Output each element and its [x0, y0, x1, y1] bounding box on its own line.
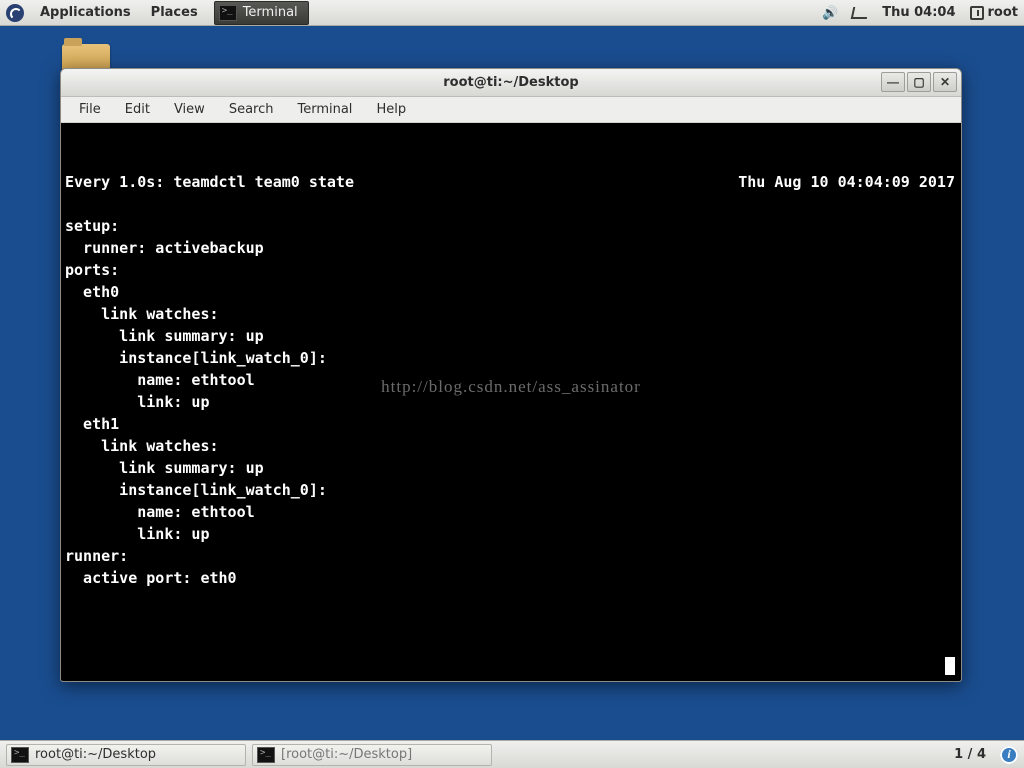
watch-header: Every 1.0s: teamdctl team0 state Thu Aug …	[65, 171, 955, 193]
terminal-menubar: File Edit View Search Terminal Help	[61, 97, 961, 123]
network-icon[interactable]	[851, 7, 870, 19]
window-close-button[interactable]: ✕	[933, 72, 957, 92]
top-panel-left: Applications Places Terminal	[4, 0, 309, 26]
taskbar-active-label: Terminal	[243, 5, 298, 20]
taskbar-entry-2[interactable]: [root@ti:~/Desktop]	[252, 744, 492, 766]
terminal-viewport[interactable]: Every 1.0s: teamdctl team0 state Thu Aug …	[61, 123, 961, 681]
terminal-window: root@ti:~/Desktop — ▢ ✕ File Edit View S…	[60, 68, 962, 682]
menu-search[interactable]: Search	[219, 97, 284, 123]
distro-logo-icon[interactable]	[6, 4, 24, 22]
power-icon	[970, 6, 984, 20]
menu-help[interactable]: Help	[366, 97, 416, 123]
menu-edit[interactable]: Edit	[115, 97, 160, 123]
menu-applications[interactable]: Applications	[30, 0, 141, 26]
volume-icon[interactable]	[822, 6, 838, 20]
menu-file[interactable]: File	[69, 97, 111, 123]
window-titlebar[interactable]: root@ti:~/Desktop — ▢ ✕	[61, 69, 961, 97]
taskbar-entry-1-label: root@ti:~/Desktop	[35, 747, 156, 762]
terminal-icon	[257, 747, 275, 763]
user-menu[interactable]: root	[970, 5, 1019, 20]
menu-view[interactable]: View	[164, 97, 215, 123]
menu-terminal[interactable]: Terminal	[287, 97, 362, 123]
info-icon[interactable]: i	[1000, 746, 1018, 764]
terminal-icon	[219, 5, 237, 21]
top-panel: Applications Places Terminal Thu 04:04 r…	[0, 0, 1024, 26]
taskbar-entry-2-label: [root@ti:~/Desktop]	[281, 747, 412, 762]
window-maximize-button[interactable]: ▢	[907, 72, 931, 92]
bottom-panel: root@ti:~/Desktop [root@ti:~/Desktop] 1 …	[0, 740, 1024, 768]
terminal-icon	[11, 747, 29, 763]
terminal-output: setup: runner: activebackup ports: eth0 …	[65, 193, 955, 589]
watch-timestamp: Thu Aug 10 04:04:09 2017	[738, 171, 955, 193]
workspace-indicator[interactable]: 1 / 4	[946, 747, 994, 762]
window-minimize-button[interactable]: —	[881, 72, 905, 92]
user-name: root	[988, 5, 1019, 20]
window-title: root@ti:~/Desktop	[61, 75, 961, 90]
taskbar-active-terminal[interactable]: Terminal	[214, 1, 309, 25]
window-controls: — ▢ ✕	[881, 72, 957, 92]
taskbar-entry-1[interactable]: root@ti:~/Desktop	[6, 744, 246, 766]
clock[interactable]: Thu 04:04	[882, 5, 955, 20]
top-panel-right: Thu 04:04 root	[822, 5, 1020, 20]
menu-places[interactable]: Places	[141, 0, 208, 26]
watch-command: Every 1.0s: teamdctl team0 state	[65, 171, 354, 193]
terminal-cursor	[945, 657, 955, 675]
